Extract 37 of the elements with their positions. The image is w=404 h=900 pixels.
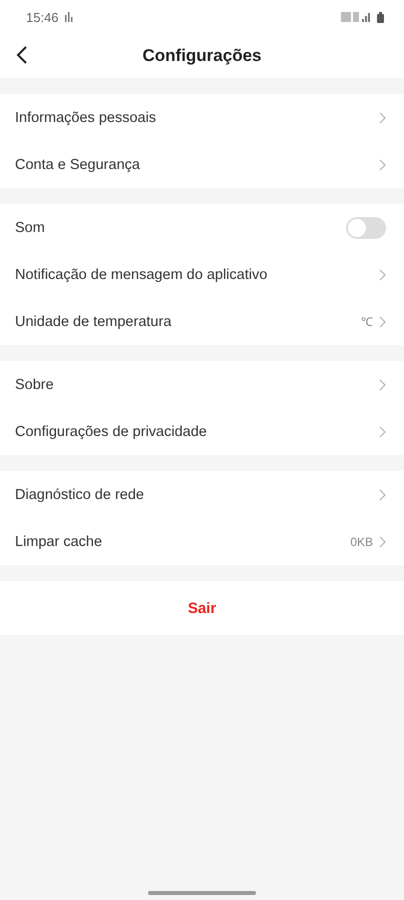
row-label: Limpar cache <box>15 534 104 550</box>
row-label: Notificação de mensagem do aplicativo <box>15 266 268 282</box>
settings-row[interactable]: Notificação de mensagem do aplicativo <box>0 251 404 298</box>
row-label: Conta e Segurança <box>15 156 141 172</box>
row-label: Unidade de temperatura <box>15 314 172 330</box>
row-label: Configurações de privacidade <box>15 424 208 440</box>
row-value: ℃ <box>361 314 373 330</box>
settings-row[interactable]: Unidade de temperatura ℃ <box>0 298 404 345</box>
chevron-icon <box>379 536 386 548</box>
status-time: 15:46 <box>26 10 59 24</box>
signal-icon <box>341 12 371 22</box>
chevron-icon <box>379 158 386 170</box>
settings-row[interactable]: Diagnóstico de rede <box>0 471 404 518</box>
chevron-icon <box>379 112 386 124</box>
settings-row[interactable]: Informações pessoais <box>0 94 404 141</box>
toggle-switch[interactable] <box>346 216 386 238</box>
settings-row[interactable]: Configurações de privacidade <box>0 408 404 455</box>
row-label: Som <box>15 220 46 236</box>
row-label: Diagnóstico de rede <box>15 486 145 502</box>
logout-button[interactable]: Sair <box>0 581 404 635</box>
activity-icon <box>64 12 74 22</box>
row-label: Sobre <box>15 376 55 392</box>
settings-row[interactable]: Conta e Segurança <box>0 141 404 188</box>
settings-row[interactable]: Som <box>0 204 404 251</box>
back-button[interactable] <box>16 46 28 64</box>
settings-row[interactable]: Limpar cache 0KB <box>0 518 404 565</box>
chevron-icon <box>379 488 386 500</box>
row-value: 0KB <box>350 534 373 548</box>
row-label: Informações pessoais <box>15 110 158 126</box>
chevron-icon <box>379 268 386 280</box>
battery-icon <box>377 12 384 22</box>
chevron-icon <box>379 316 386 328</box>
settings-row[interactable]: Sobre <box>0 361 404 408</box>
home-indicator[interactable] <box>148 891 256 895</box>
chevron-icon <box>379 426 386 438</box>
chevron-icon <box>379 378 386 390</box>
page-title: Configurações <box>142 46 262 66</box>
